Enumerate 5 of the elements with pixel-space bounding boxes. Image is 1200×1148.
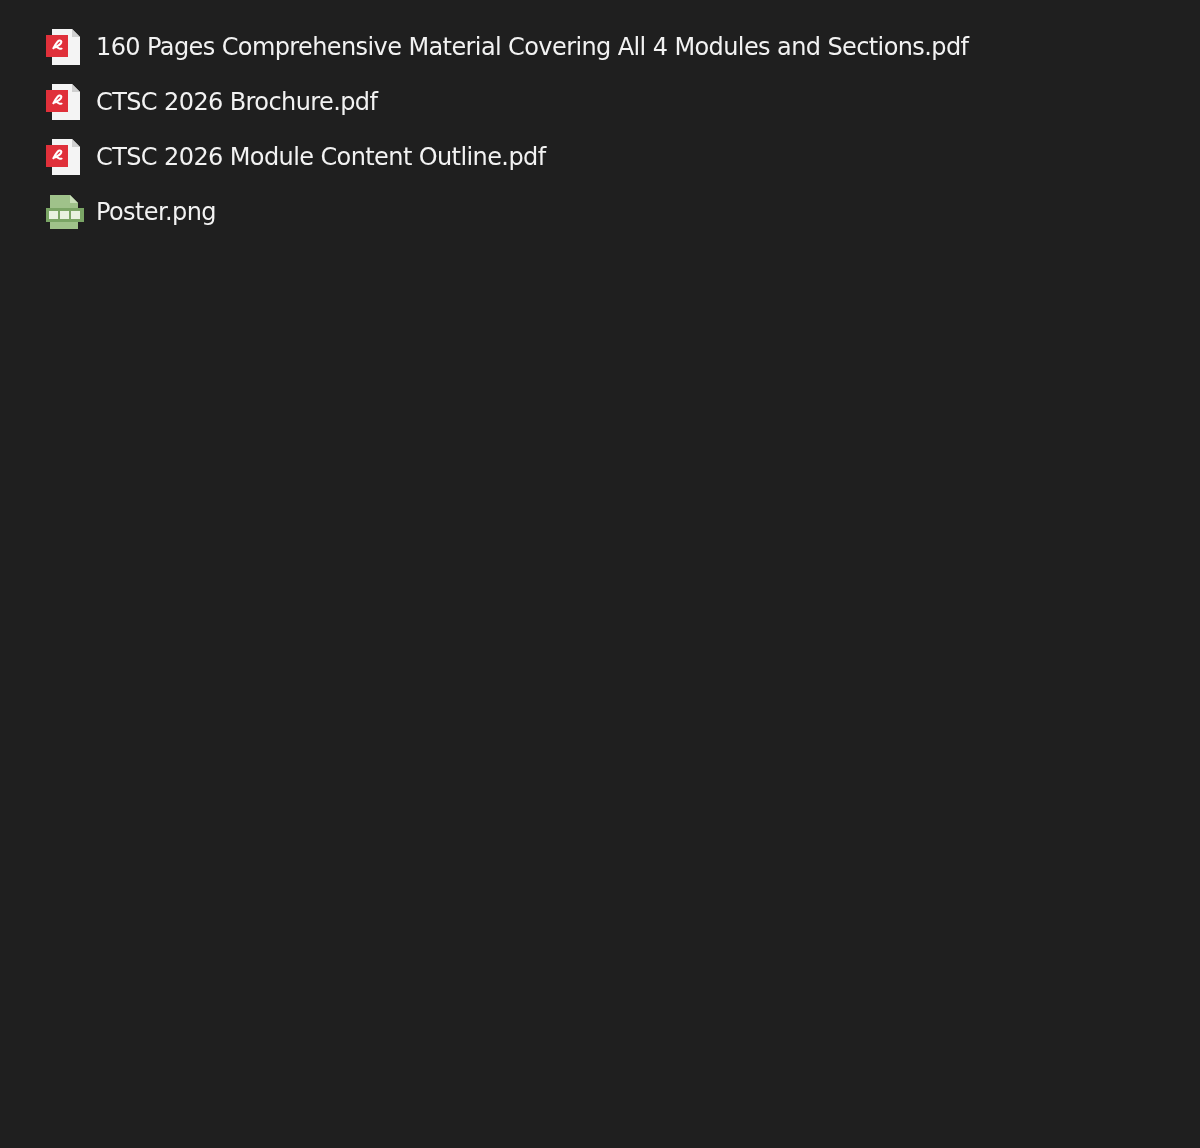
image-file-icon [44, 192, 84, 232]
file-name[interactable]: Poster.png [96, 198, 216, 226]
file-name[interactable]: CTSC 2026 Module Content Outline.pdf [96, 143, 546, 171]
file-name[interactable]: CTSC 2026 Brochure.pdf [96, 88, 378, 116]
file-name[interactable]: 160 Pages Comprehensive Material Covering All 4 Modules and Sections.pdf [96, 33, 969, 61]
